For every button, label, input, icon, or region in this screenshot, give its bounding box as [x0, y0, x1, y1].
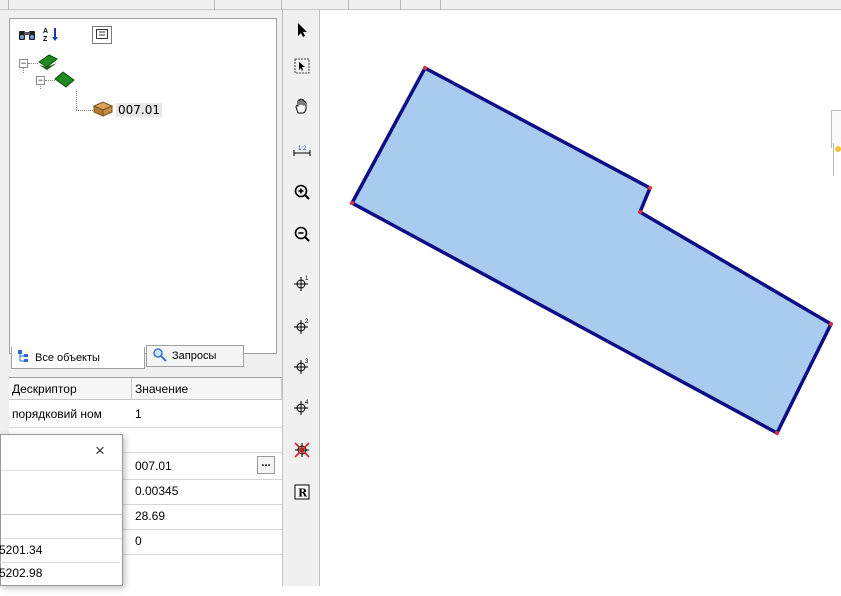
top-separator: [400, 0, 401, 10]
crosshair-4-icon: 4: [293, 398, 311, 419]
hand-icon: [293, 97, 311, 118]
svg-text:1:2: 1:2: [298, 146, 307, 152]
column-header-descriptor[interactable]: Дескриптор: [9, 378, 132, 400]
value-cell[interactable]: 007.01: [132, 454, 252, 479]
point-tool-2-button[interactable]: 2: [292, 316, 312, 338]
top-separator: [214, 0, 215, 10]
value-cell[interactable]: [132, 427, 282, 452]
scale-button[interactable]: 1:2: [292, 140, 312, 162]
map-canvas[interactable]: [321, 10, 841, 586]
svg-text:A: A: [43, 28, 48, 35]
point-tool-4-button[interactable]: 4: [292, 397, 312, 419]
collapse-toggle[interactable]: −: [36, 76, 45, 85]
top-separator: [440, 0, 441, 10]
svg-text:1: 1: [305, 276, 309, 282]
bulb-icon: [835, 146, 841, 152]
parcel-polygon[interactable]: [349, 65, 834, 436]
point-tool-3-button[interactable]: 3: [292, 356, 312, 378]
value-cell[interactable]: 28.69: [132, 504, 282, 529]
arrow-cursor-icon: [295, 22, 309, 41]
find-button[interactable]: [16, 25, 38, 45]
svg-text:Z: Z: [43, 36, 48, 42]
close-button[interactable]: ×: [95, 441, 105, 461]
svg-text:2: 2: [305, 319, 309, 325]
value-cell[interactable]: 0: [132, 529, 282, 554]
svg-text:R: R: [298, 486, 308, 499]
object-tree: A Z − − 007.01: [9, 18, 277, 354]
vertex-point[interactable]: [638, 210, 642, 214]
parcel-node-label: 007.01: [116, 102, 162, 117]
svg-text:4: 4: [305, 400, 309, 406]
sort-button[interactable]: A Z: [40, 25, 62, 45]
redraw-button[interactable]: R: [292, 482, 312, 504]
tree-icon: [18, 350, 30, 365]
green-diamond-icon: [54, 71, 76, 92]
zoom-out-icon: [294, 226, 310, 245]
crosshair-1-icon: 1: [293, 274, 311, 295]
svg-text:3: 3: [305, 359, 309, 365]
tree-connector: [76, 91, 77, 110]
coordinate-cell[interactable]: 5202.98: [0, 563, 120, 585]
offscreen-panel-body: [833, 143, 841, 176]
parcel-node[interactable]: 007.01: [92, 99, 162, 120]
column-header-value[interactable]: Значение: [132, 378, 282, 400]
vertex-point[interactable]: [648, 186, 652, 190]
descriptor-cell[interactable]: порядковий ном: [9, 402, 132, 427]
top-strip: [0, 0, 841, 10]
parcel-box-icon: [92, 99, 114, 120]
tab-all-objects[interactable]: Все объекты: [11, 347, 145, 369]
coordinates-dialog: × 5201.34 5202.98: [0, 434, 123, 586]
sort-az-icon: A Z: [42, 26, 60, 45]
point-tool-1-button[interactable]: 1: [292, 273, 312, 295]
vertex-point[interactable]: [775, 431, 779, 435]
top-separator: [281, 0, 282, 10]
map-drawing: [349, 65, 834, 436]
delete-point-button[interactable]: [292, 440, 312, 462]
crosshair-delete-icon: [293, 441, 311, 462]
tab-all-objects-label: Все объекты: [35, 351, 100, 364]
tab-queries-label: Запросы: [172, 350, 217, 362]
panel-icon: [96, 28, 108, 42]
box-select-icon: [294, 58, 310, 77]
select-button[interactable]: [292, 20, 312, 42]
magnifier-icon: [153, 347, 167, 365]
properties-button[interactable]: [92, 26, 112, 44]
crosshair-2-icon: 2: [293, 317, 311, 338]
zoom-in-button[interactable]: [292, 182, 312, 204]
vertex-point[interactable]: [423, 66, 427, 70]
pan-button[interactable]: [292, 96, 312, 118]
ellipsis-button[interactable]: ...: [257, 456, 275, 474]
zoom-out-button[interactable]: [292, 224, 312, 246]
zoom-in-icon: [294, 184, 310, 203]
r-box-icon: R: [294, 484, 310, 503]
value-cell[interactable]: 0.00345: [132, 479, 282, 504]
crosshair-3-icon: 3: [293, 357, 311, 378]
group-node[interactable]: [54, 71, 76, 92]
binoculars-icon: [18, 27, 36, 44]
vertex-point[interactable]: [350, 201, 354, 205]
map-toolbar: 1:2 1 2 3 4 R: [282, 10, 320, 586]
collapse-toggle[interactable]: −: [19, 59, 28, 68]
dialog-toolbar-area: [1, 471, 122, 515]
top-separator: [8, 0, 9, 10]
vertex-point[interactable]: [829, 322, 833, 326]
scale-ruler-icon: 1:2: [293, 143, 311, 160]
value-cell[interactable]: 1: [132, 402, 282, 427]
tab-queries[interactable]: Запросы: [146, 345, 244, 367]
table-header-row: [1, 515, 122, 539]
tree-connector: [76, 110, 93, 111]
box-select-button[interactable]: [292, 56, 312, 78]
coordinate-cell[interactable]: 5201.34: [0, 539, 120, 563]
top-separator: [348, 0, 349, 10]
